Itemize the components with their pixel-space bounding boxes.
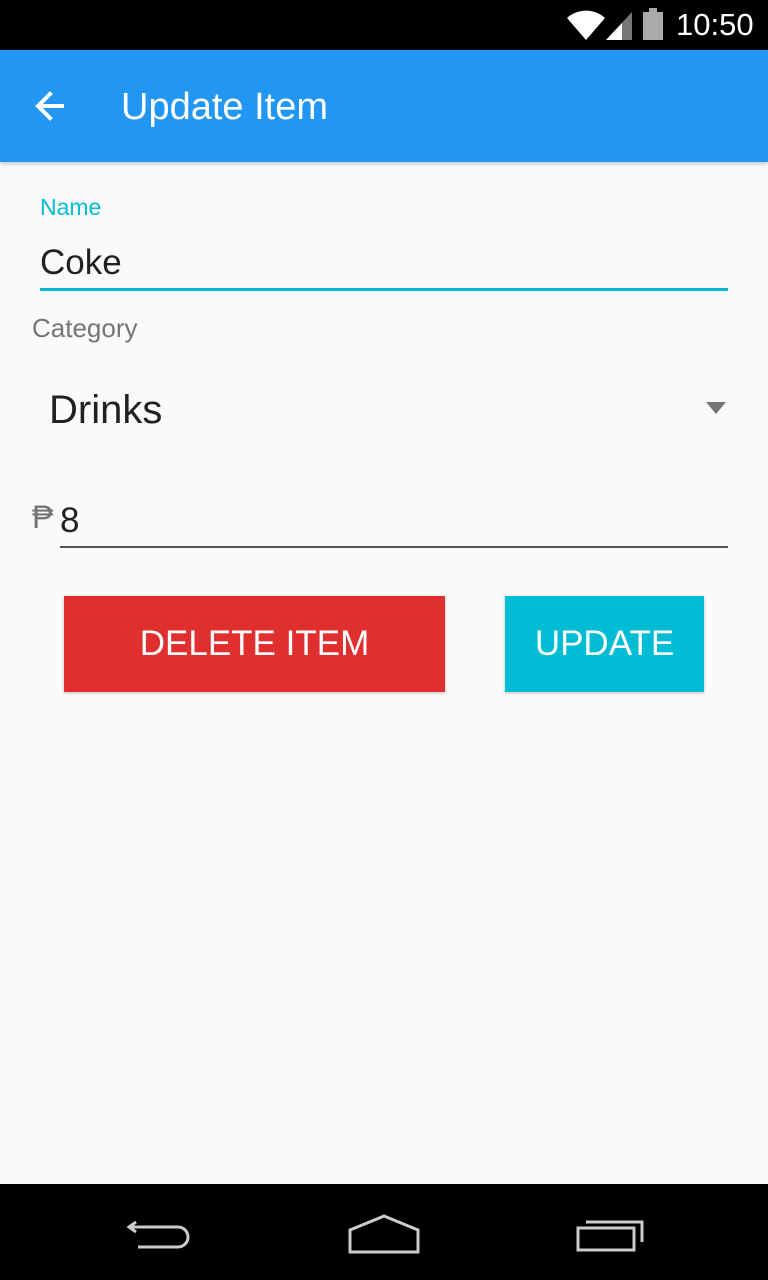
status-time: 10:50 <box>676 7 754 42</box>
nav-recents-icon[interactable] <box>570 1208 650 1256</box>
category-dropdown[interactable]: Drinks <box>32 370 732 454</box>
navigation-bar <box>0 1184 768 1280</box>
currency-symbol: ₱ <box>32 499 54 535</box>
delete-item-button[interactable]: DELETE ITEM <box>64 596 445 692</box>
app-bar: Update Item <box>0 50 768 162</box>
wifi-icon <box>567 10 605 40</box>
status-bar: 10:50 <box>0 0 768 50</box>
nav-back-icon[interactable] <box>120 1208 200 1256</box>
signal-icon <box>606 12 632 40</box>
category-label: Category <box>32 313 138 343</box>
price-input[interactable] <box>60 496 728 548</box>
arrow-left-icon[interactable] <box>30 86 70 126</box>
page-title: Update Item <box>121 86 328 128</box>
battery-icon <box>643 8 663 40</box>
update-button[interactable]: UPDATE <box>505 596 704 692</box>
name-label: Name <box>40 194 102 220</box>
nav-home-icon[interactable] <box>344 1208 424 1256</box>
dropdown-caret-icon <box>706 402 726 414</box>
category-selected-value: Drinks <box>49 388 163 432</box>
name-input[interactable] <box>40 238 728 291</box>
